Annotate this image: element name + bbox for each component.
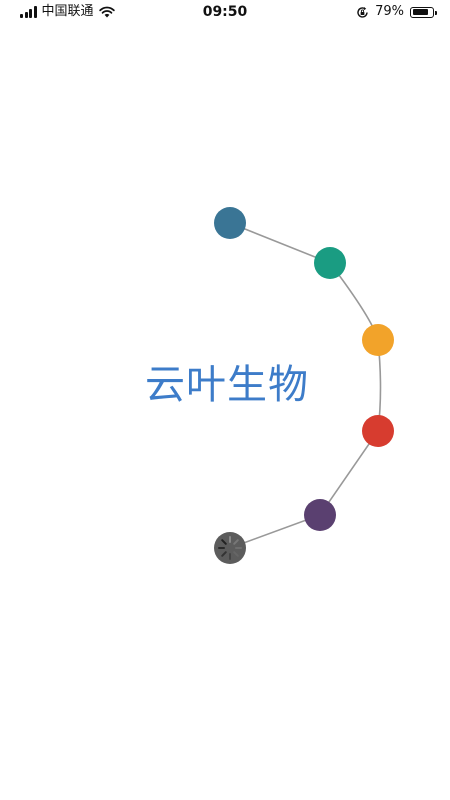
dot-4 [362,415,394,447]
dot-2 [314,247,346,279]
dot-5 [304,499,336,531]
dot-3 [362,324,394,356]
dot-1 [214,207,246,239]
brand-name: 云叶生物 [145,362,309,408]
